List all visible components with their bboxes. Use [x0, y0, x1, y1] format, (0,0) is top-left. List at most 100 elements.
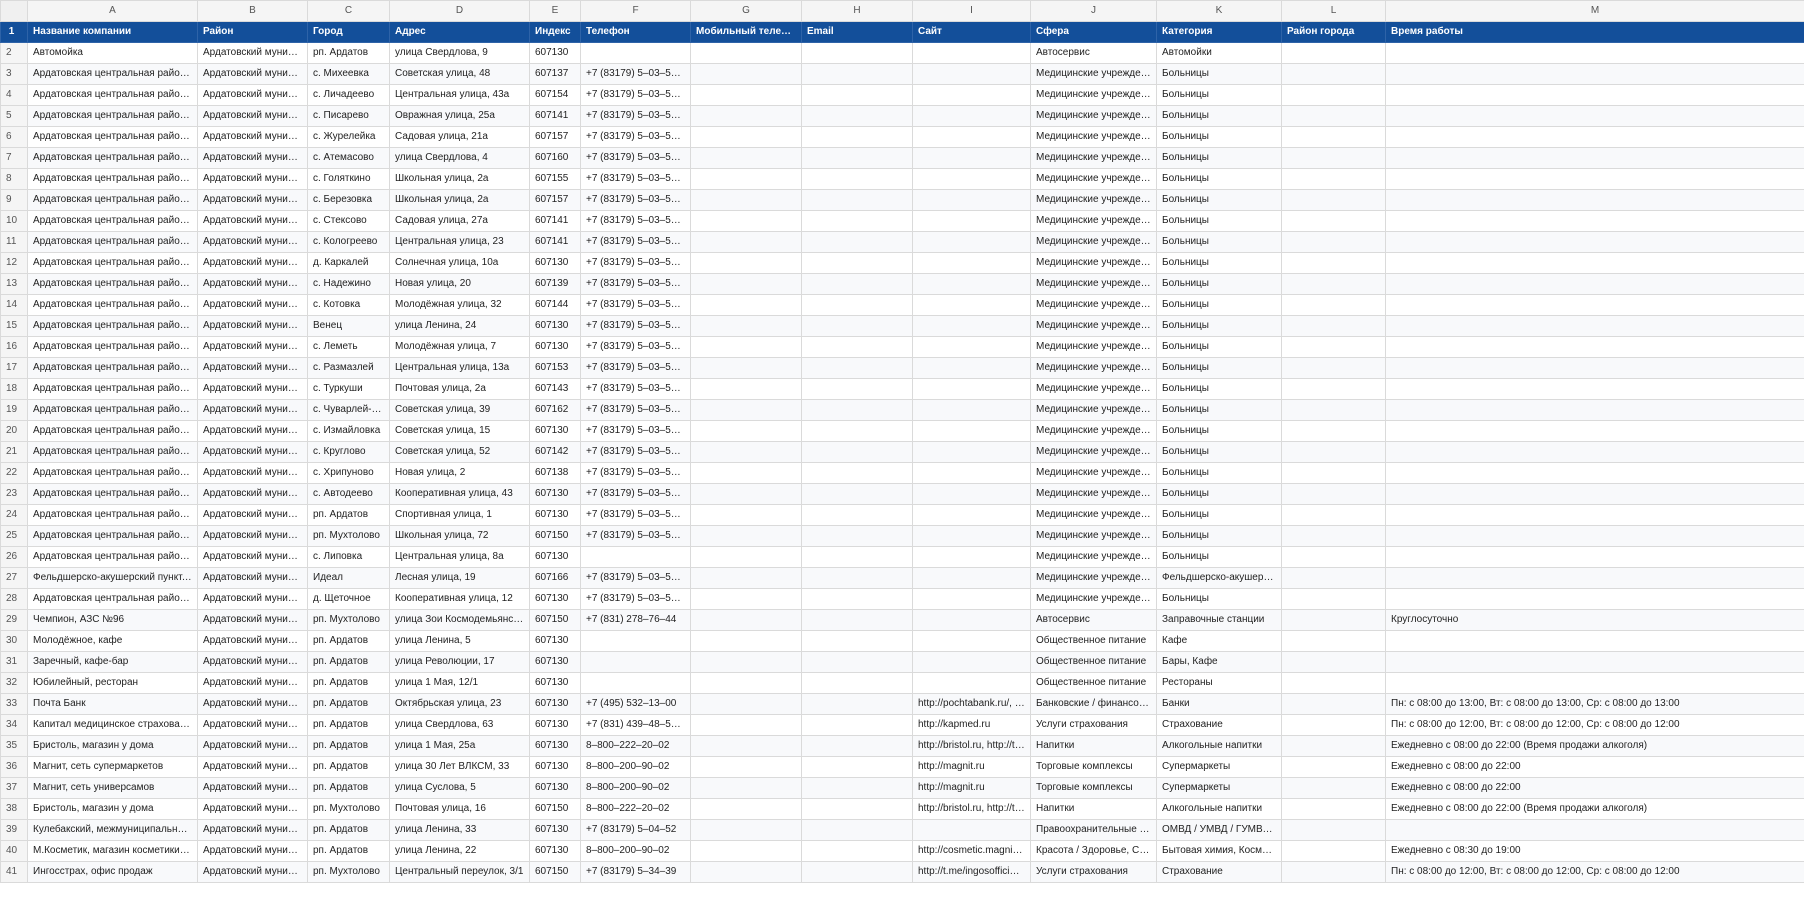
table-cell[interactable]	[690, 567, 802, 589]
table-cell[interactable]: улица Свердлова, 9	[389, 42, 530, 64]
table-cell[interactable]: +7 (83179) 5–03–51, +7 (83179) 5–03–52	[580, 126, 691, 148]
table-cell[interactable]: +7 (83179) 5–03–51, +7 (83179) 5–03–52	[580, 252, 691, 274]
table-cell[interactable]	[690, 105, 802, 127]
table-cell[interactable]: Ардатовская центральная районная больниц…	[27, 483, 198, 505]
table-cell[interactable]	[912, 399, 1031, 421]
table-cell[interactable]	[912, 168, 1031, 190]
table-cell[interactable]: с. Размазлей	[307, 357, 390, 379]
table-cell[interactable]	[801, 189, 913, 211]
table-cell[interactable]: Торговые комплексы	[1030, 777, 1157, 799]
table-cell[interactable]: Ардатовский муниципальный округ	[197, 273, 308, 295]
table-cell[interactable]	[912, 378, 1031, 400]
table-cell[interactable]: +7 (83179) 5–03–51, +7 (83179) 5–03–52	[580, 483, 691, 505]
table-cell[interactable]	[801, 525, 913, 547]
table-cell[interactable]: Молодёжная улица, 32	[389, 294, 530, 316]
table-cell[interactable]	[801, 756, 913, 778]
table-cell[interactable]: 607144	[529, 294, 581, 316]
table-cell[interactable]: Медицинские учреждения	[1030, 336, 1157, 358]
table-cell[interactable]	[801, 798, 913, 820]
table-cell[interactable]: улица 1 Мая, 12/1	[389, 672, 530, 694]
table-cell[interactable]: Ардатовский муниципальный округ	[197, 672, 308, 694]
row-number[interactable]: 36	[0, 756, 28, 778]
table-cell[interactable]: Магнит, сеть универсамов	[27, 777, 198, 799]
table-cell[interactable]: Кооперативная улица, 43	[389, 483, 530, 505]
table-cell[interactable]	[1281, 378, 1386, 400]
table-cell[interactable]	[912, 609, 1031, 631]
table-cell[interactable]: Овражная улица, 25а	[389, 105, 530, 127]
table-cell[interactable]: 607141	[529, 105, 581, 127]
table-cell[interactable]: улица Ленина, 22	[389, 840, 530, 862]
table-cell[interactable]: Больницы	[1156, 63, 1282, 85]
table-cell[interactable]	[580, 672, 691, 694]
table-cell[interactable]	[690, 819, 802, 841]
table-cell[interactable]: Ардатовский муниципальный округ	[197, 630, 308, 652]
table-cell[interactable]: 607154	[529, 84, 581, 106]
table-cell[interactable]	[912, 672, 1031, 694]
table-cell[interactable]	[580, 42, 691, 64]
table-cell[interactable]: 8–800–200–90–02	[580, 756, 691, 778]
table-cell[interactable]	[912, 525, 1031, 547]
table-cell[interactable]: 607150	[529, 861, 581, 883]
table-cell[interactable]: Ардатовская центральная районная больниц…	[27, 294, 198, 316]
table-cell[interactable]: Медицинские учреждения	[1030, 168, 1157, 190]
table-cell[interactable]	[1385, 42, 1804, 64]
table-cell[interactable]: Центральная улица, 23	[389, 231, 530, 253]
table-cell[interactable]: Новая улица, 20	[389, 273, 530, 295]
table-cell[interactable]: 8–800–200–90–02	[580, 840, 691, 862]
table-cell[interactable]	[1281, 84, 1386, 106]
table-cell[interactable]: Ардатовская центральная районная больниц…	[27, 420, 198, 442]
table-cell[interactable]: Ардатовская центральная районная больниц…	[27, 231, 198, 253]
table-cell[interactable]: +7 (831) 278–76–44	[580, 609, 691, 631]
table-cell[interactable]: Круглосуточно	[1385, 609, 1804, 631]
table-cell[interactable]: Молодёжное, кафе	[27, 630, 198, 652]
table-cell[interactable]	[801, 714, 913, 736]
row-number[interactable]: 25	[0, 525, 28, 547]
table-cell[interactable]	[1385, 651, 1804, 673]
header-cell[interactable]: Сфера	[1030, 21, 1157, 43]
table-cell[interactable]: рп. Мухтолово	[307, 798, 390, 820]
table-cell[interactable]: Бристоль, магазин у дома	[27, 735, 198, 757]
table-cell[interactable]: Ежедневно с 08:00 до 22:00	[1385, 777, 1804, 799]
table-cell[interactable]	[1385, 672, 1804, 694]
table-cell[interactable]: Медицинские учреждения	[1030, 294, 1157, 316]
table-cell[interactable]: Ардатовский муниципальный округ	[197, 756, 308, 778]
table-cell[interactable]: http://kapmed.ru	[912, 714, 1031, 736]
table-cell[interactable]	[1281, 819, 1386, 841]
table-cell[interactable]: улица Свердлова, 63	[389, 714, 530, 736]
row-number[interactable]: 31	[0, 651, 28, 673]
table-cell[interactable]: Торговые комплексы	[1030, 756, 1157, 778]
row-number[interactable]: 13	[0, 273, 28, 295]
table-cell[interactable]: Автомойка	[27, 42, 198, 64]
table-cell[interactable]	[912, 42, 1031, 64]
header-cell[interactable]: Название компании	[27, 21, 198, 43]
table-cell[interactable]: рп. Ардатов	[307, 504, 390, 526]
table-cell[interactable]: +7 (83179) 5–03–51, +7 (83179) 5–03–52	[580, 504, 691, 526]
table-cell[interactable]	[1385, 63, 1804, 85]
table-cell[interactable]	[1385, 819, 1804, 841]
table-cell[interactable]	[801, 315, 913, 337]
table-cell[interactable]: Больницы	[1156, 546, 1282, 568]
table-cell[interactable]: Ардатовский муниципальный округ	[197, 210, 308, 232]
table-cell[interactable]	[1281, 672, 1386, 694]
table-cell[interactable]	[912, 63, 1031, 85]
row-number[interactable]: 33	[0, 693, 28, 715]
table-cell[interactable]: Банковские / финансовые услуги	[1030, 693, 1157, 715]
table-cell[interactable]	[1281, 483, 1386, 505]
table-cell[interactable]	[801, 546, 913, 568]
table-cell[interactable]: рп. Мухтолово	[307, 609, 390, 631]
table-cell[interactable]: рп. Ардатов	[307, 672, 390, 694]
row-number[interactable]: 4	[0, 84, 28, 106]
table-cell[interactable]	[690, 777, 802, 799]
table-cell[interactable]: 8–800–200–90–02	[580, 777, 691, 799]
table-cell[interactable]	[1385, 189, 1804, 211]
table-cell[interactable]	[1385, 126, 1804, 148]
table-cell[interactable]: 607157	[529, 189, 581, 211]
table-cell[interactable]: Страхование	[1156, 714, 1282, 736]
table-cell[interactable]	[801, 483, 913, 505]
table-cell[interactable]	[690, 609, 802, 631]
table-cell[interactable]: Больницы	[1156, 252, 1282, 274]
table-cell[interactable]: +7 (83179) 5–03–51, +7 (83179) 5–03–52	[580, 105, 691, 127]
table-cell[interactable]	[1281, 777, 1386, 799]
row-number[interactable]: 27	[0, 567, 28, 589]
row-number[interactable]: 14	[0, 294, 28, 316]
